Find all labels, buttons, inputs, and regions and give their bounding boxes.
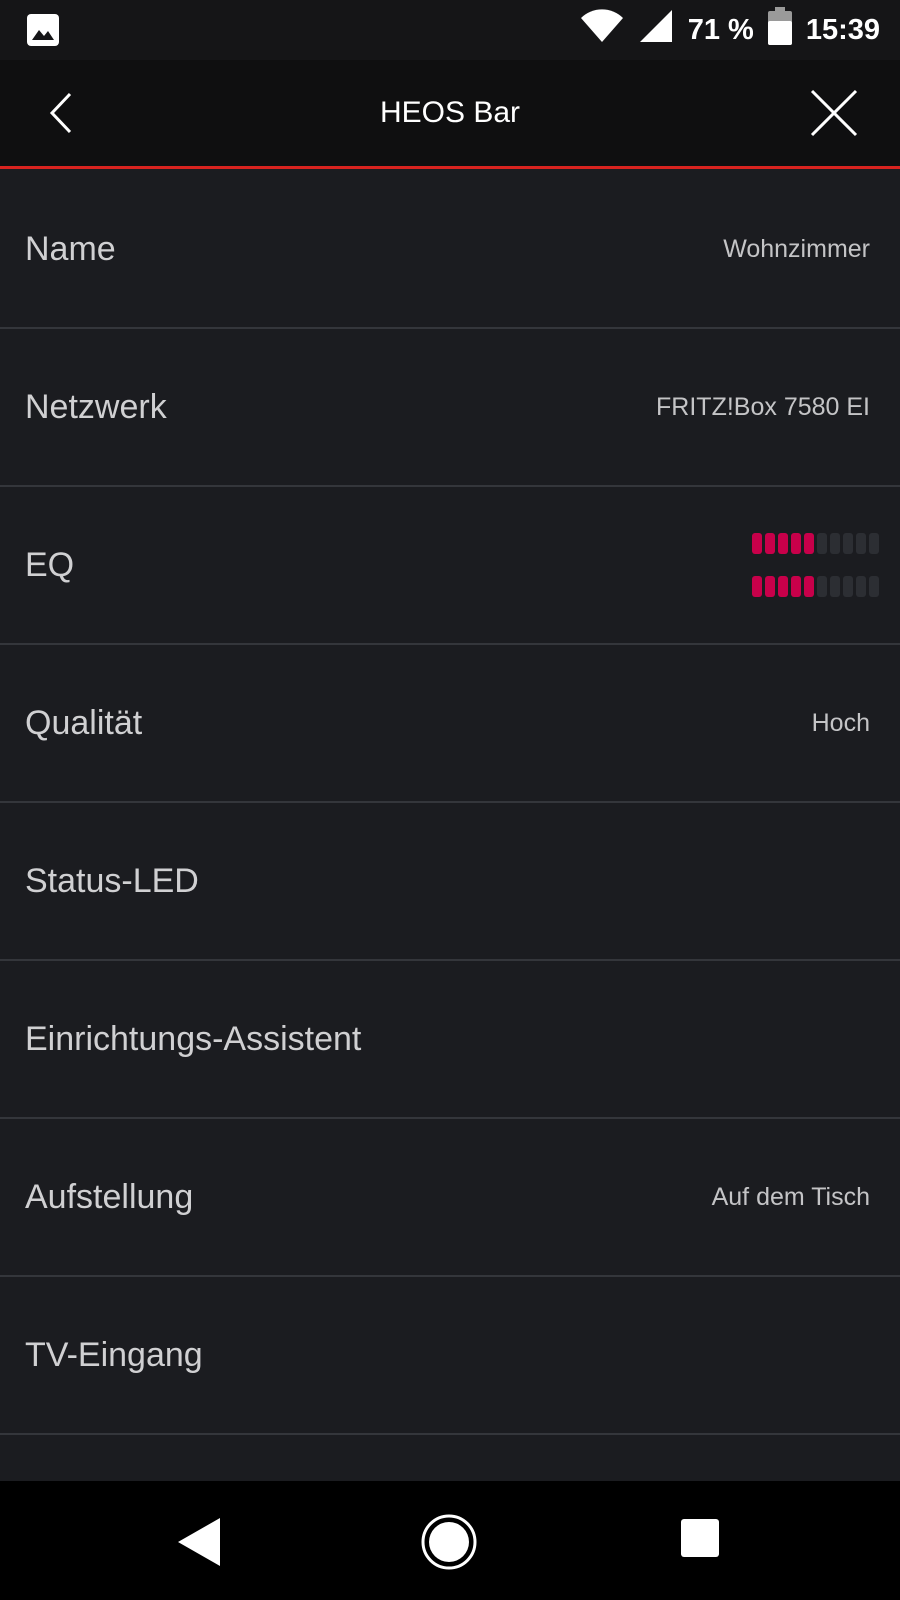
- nav-back-icon[interactable]: [176, 1516, 222, 1573]
- settings-row-netzwerk[interactable]: Netzwerk FRITZ!Box 7580 EI: [0, 329, 900, 487]
- wifi-icon: [580, 9, 624, 51]
- eq-segment: [791, 576, 801, 597]
- system-nav-bar: [0, 1481, 900, 1600]
- settings-list: Name Wohnzimmer Netzwerk FRITZ!Box 7580 …: [0, 171, 900, 1435]
- settings-row-eq[interactable]: EQ: [0, 487, 900, 645]
- eq-segment: [830, 576, 840, 597]
- eq-segment: [791, 533, 801, 554]
- row-value: Wohnzimmer: [723, 234, 870, 263]
- eq-indicator: [752, 533, 879, 597]
- settings-row-name[interactable]: Name Wohnzimmer: [0, 171, 900, 329]
- row-label: Netzwerk: [25, 387, 167, 426]
- eq-segment: [778, 533, 788, 554]
- close-button[interactable]: [806, 85, 862, 141]
- row-label: TV-Eingang: [25, 1335, 203, 1374]
- close-icon: [810, 89, 858, 137]
- eq-segment: [869, 576, 879, 597]
- eq-segment: [765, 533, 775, 554]
- settings-row-qualitaet[interactable]: Qualität Hoch: [0, 645, 900, 803]
- settings-row-aufstellung[interactable]: Aufstellung Auf dem Tisch: [0, 1119, 900, 1277]
- eq-segment: [778, 576, 788, 597]
- page-title: HEOS Bar: [379, 96, 521, 129]
- eq-segment: [804, 576, 814, 597]
- row-value: Auf dem Tisch: [711, 1182, 870, 1211]
- eq-segment: [856, 576, 866, 597]
- row-label: Qualität: [25, 703, 143, 742]
- eq-segment: [843, 576, 853, 597]
- row-value: Hoch: [811, 708, 870, 737]
- status-bar: 71 % 15:39: [0, 0, 900, 60]
- row-label: Status-LED: [25, 861, 199, 900]
- settings-row-einrichtungs-assistent[interactable]: Einrichtungs-Assistent: [0, 961, 900, 1119]
- row-label: EQ: [25, 545, 75, 584]
- eq-segment: [752, 576, 762, 597]
- eq-segment: [752, 533, 762, 554]
- eq-segment: [817, 533, 827, 554]
- eq-bass-bar: [752, 576, 879, 597]
- signal-icon: [638, 9, 674, 51]
- row-value: FRITZ!Box 7580 EI: [656, 392, 870, 421]
- eq-treble-bar: [752, 533, 879, 554]
- eq-segment: [817, 576, 827, 597]
- clock: 15:39: [805, 13, 880, 46]
- settings-row-tv-eingang[interactable]: TV-Eingang: [0, 1277, 900, 1435]
- eq-segment: [869, 533, 879, 554]
- settings-row-status-led[interactable]: Status-LED: [0, 803, 900, 961]
- eq-segment: [856, 533, 866, 554]
- battery-percent: 71 %: [687, 13, 754, 46]
- eq-segment: [765, 576, 775, 597]
- eq-segment: [830, 533, 840, 554]
- battery-icon: [767, 7, 792, 53]
- nav-home-icon[interactable]: [420, 1513, 478, 1576]
- row-label: Name: [25, 229, 116, 268]
- row-label: Aufstellung: [25, 1177, 194, 1216]
- row-label: Einrichtungs-Assistent: [25, 1019, 362, 1058]
- app-header: HEOS Bar: [0, 60, 900, 169]
- nav-recents-icon[interactable]: [681, 1519, 719, 1557]
- eq-segment: [804, 533, 814, 554]
- gallery-icon: [26, 13, 60, 52]
- eq-segment: [843, 533, 853, 554]
